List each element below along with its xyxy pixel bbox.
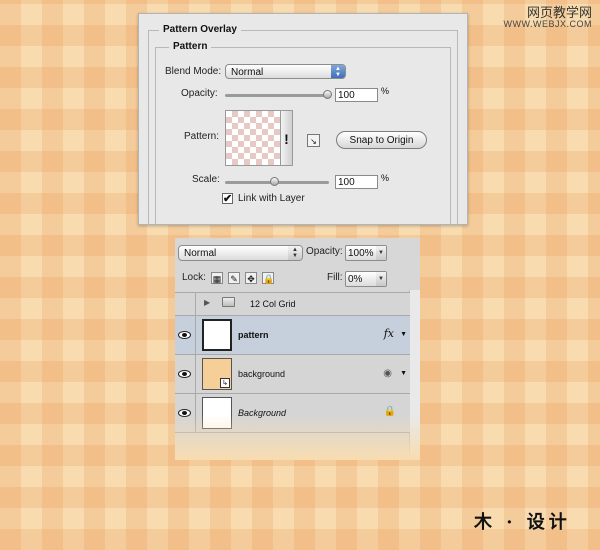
disclosure-triangle-icon[interactable]: ▶ — [204, 298, 210, 307]
opacity-unit: % — [381, 86, 390, 96]
blend-mode-select[interactable]: Normal ▲ ▼ — [225, 64, 346, 79]
dropdown-arrows-icon: ▲ ▼ — [288, 246, 302, 260]
visibility-toggle[interactable] — [175, 394, 196, 432]
layer-thumbnail — [202, 319, 232, 351]
watermark-title: 网页教学网 — [526, 5, 592, 20]
site-watermark: 网页教学网 WWW.WEBJX.COM — [503, 5, 593, 30]
layer-blend-mode-value: Normal — [184, 248, 217, 259]
fill-value: 0% — [348, 274, 363, 285]
eye-icon — [178, 370, 191, 378]
visibility-toggle[interactable] — [175, 355, 196, 393]
layer-name: pattern — [238, 330, 269, 340]
opacity-input[interactable]: 100 — [335, 88, 378, 102]
layer-blend-mode-select[interactable]: Normal ▲ ▼ — [178, 245, 303, 261]
opacity-slider-knob[interactable] — [323, 90, 332, 99]
new-preset-icon[interactable]: ↘ — [307, 134, 320, 147]
eye-icon — [178, 409, 191, 417]
folder-icon — [222, 297, 235, 307]
link-with-layer-label: Link with Layer — [238, 193, 305, 204]
expand-effects-icon[interactable]: ▼ — [400, 370, 407, 377]
lock-transparent-pixels-icon[interactable]: ▦ — [211, 272, 223, 284]
layers-scrollbar[interactable] — [409, 290, 420, 460]
lock-icon: 🔒 — [383, 406, 396, 417]
smart-object-icon: ◉ — [383, 368, 392, 379]
pattern-overlay-title: Pattern Overlay — [159, 24, 241, 35]
fx-icon[interactable]: fx — [384, 327, 394, 340]
chevron-down-icon: ▼ — [376, 272, 386, 286]
layer-opacity-input[interactable]: 100% ▼ — [345, 245, 387, 261]
layer-opacity-label: Opacity: — [306, 246, 343, 257]
pattern-label: Pattern: — [184, 131, 220, 142]
visibility-toggle[interactable] — [175, 316, 196, 354]
layer-name: 12 Col Grid — [250, 299, 296, 309]
watermark-url: WWW.WEBJX.COM — [503, 19, 592, 30]
shortcut-icon: ↳ — [220, 378, 230, 388]
lock-all-icon[interactable]: 🔒 — [262, 272, 274, 284]
layer-thumbnail — [202, 397, 232, 429]
layer-name: background — [238, 369, 286, 379]
scale-slider-knob[interactable] — [270, 177, 279, 186]
opacity-label: Opacity: — [181, 88, 218, 99]
layer-thumbnail: ↳ — [202, 358, 232, 390]
scale-input[interactable]: 100 — [335, 175, 378, 189]
lock-label: Lock: — [182, 272, 206, 283]
opacity-slider-track[interactable] — [225, 94, 329, 97]
layer-row-group[interactable]: ▶ 12 Col Grid — [175, 292, 410, 316]
pattern-picker-swatch[interactable] — [225, 110, 281, 166]
blend-mode-value: Normal — [231, 67, 264, 78]
lock-position-icon[interactable]: ✥ — [245, 272, 257, 284]
layer-opacity-value: 100% — [348, 248, 374, 259]
fill-label: Fill: — [327, 272, 343, 283]
pattern-picker-arrow-icon[interactable]: ! — [281, 110, 293, 166]
expand-effects-icon[interactable]: ▼ — [400, 331, 407, 338]
scale-unit: % — [381, 173, 390, 183]
footer-signature: 木 · 设计 — [474, 512, 571, 533]
layers-panel: Normal ▲ ▼ Opacity: 100% ▼ Lock: ▦ ✎ ✥ 🔒 … — [175, 238, 420, 460]
scale-label: Scale: — [192, 174, 220, 185]
pattern-group-title: Pattern — [169, 41, 212, 52]
layer-name: Background — [238, 408, 287, 418]
pattern-overlay-dialog: Pattern Overlay Pattern Blend Mode: Norm… — [138, 13, 468, 225]
eye-icon — [178, 331, 191, 339]
layer-row-background[interactable]: ↳ background ◉ ▼ — [175, 355, 410, 394]
layer-row-pattern[interactable]: pattern fx ▼ — [175, 316, 410, 355]
chevron-down-icon: ▼ — [376, 246, 386, 260]
dropdown-arrows-icon: ▲ ▼ — [331, 65, 345, 78]
layer-row-background-locked[interactable]: Background 🔒 — [175, 394, 410, 433]
visibility-toggle-empty[interactable] — [175, 293, 196, 315]
snap-to-origin-button[interactable]: Snap to Origin — [336, 131, 427, 149]
link-with-layer-checkbox[interactable]: ✔ — [222, 193, 233, 205]
fill-input[interactable]: 0% ▼ — [345, 271, 387, 287]
blend-mode-label: Blend Mode: — [165, 66, 222, 77]
lock-image-pixels-icon[interactable]: ✎ — [228, 272, 240, 284]
